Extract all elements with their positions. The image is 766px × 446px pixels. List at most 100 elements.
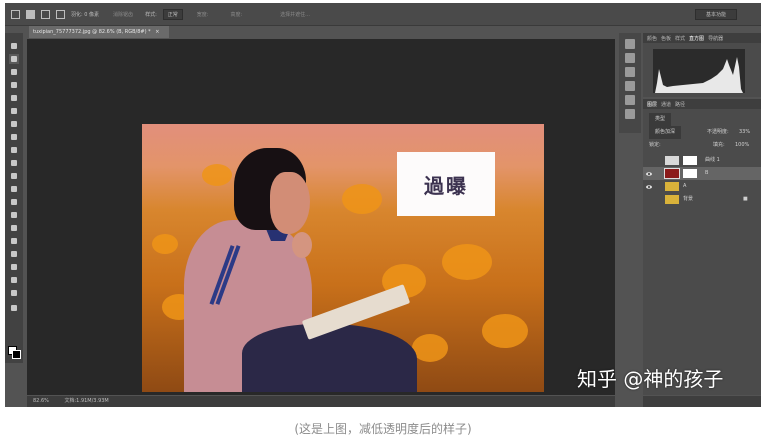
lock-label: 锁定: <box>649 142 661 148</box>
layer-row-selected[interactable]: B <box>643 167 761 180</box>
photo-canvas[interactable]: 過曝 <box>142 124 544 392</box>
status-bar: 82.6% 文档:1.91M/3.93M <box>27 396 615 407</box>
histogram-panel-tabs: 颜色 色板 样式 直方图 导航器 <box>643 33 761 43</box>
caption-text-box: 過曝 <box>397 152 495 216</box>
zoom-level[interactable]: 82.6% <box>33 398 49 404</box>
clone-stamp-tool-icon[interactable] <box>9 145 19 155</box>
crop-tool-icon[interactable] <box>9 93 19 103</box>
type-tool-icon[interactable] <box>9 236 19 246</box>
layer-name: 曲线 1 <box>705 157 720 163</box>
photoshop-screenshot: 羽化: 0 像素 消除锯齿 样式: 正常 宽度: 高度: 选择并遮住... 基本… <box>5 3 761 407</box>
lasso-tool-icon[interactable] <box>9 67 19 77</box>
new-selection-icon[interactable] <box>26 9 35 19</box>
pen-tool-icon[interactable] <box>9 223 19 233</box>
flower-cluster <box>482 314 528 348</box>
path-selection-tool-icon[interactable] <box>9 249 19 259</box>
document-tab[interactable]: tuxipian_75777372.jpg @ 82.6% (B, RGB/8#… <box>29 26 169 38</box>
opacity-value[interactable]: 33% <box>739 126 750 139</box>
move-tool-icon[interactable] <box>9 41 19 51</box>
background-color-swatch[interactable] <box>12 350 21 359</box>
layer-row[interactable]: 曲线 1 <box>643 154 761 167</box>
layers-panel: 图层 通道 路径 类型 颜色加深 不透明度: 33% 锁定: 填充: 100% … <box>643 99 761 395</box>
adjustments-icon[interactable] <box>625 81 635 91</box>
play-icon[interactable] <box>625 53 635 63</box>
select-and-mask-button[interactable]: 选择并遮住... <box>280 11 310 18</box>
style-select[interactable]: 正常 <box>162 8 183 20</box>
eraser-tool-icon[interactable] <box>9 171 19 181</box>
layer-filter-select[interactable]: 类型 <box>649 113 672 126</box>
layer-name: A <box>683 183 687 189</box>
zoom-tool-icon[interactable] <box>9 288 19 298</box>
blur-tool-icon[interactable] <box>9 197 19 207</box>
eyedropper-tool-icon[interactable] <box>9 106 19 116</box>
hand-tool-icon[interactable] <box>9 275 19 285</box>
layer-thumbnail <box>665 195 679 204</box>
lock-fill-row: 锁定: 填充: 100% <box>643 139 761 152</box>
history-brush-tool-icon[interactable] <box>9 158 19 168</box>
adjustment-thumbnail <box>665 156 679 165</box>
layers-panel-tabs: 图层 通道 路径 <box>643 99 761 109</box>
dodge-tool-icon[interactable] <box>9 210 19 220</box>
tab-swatches[interactable]: 色板 <box>661 35 671 42</box>
add-selection-icon[interactable] <box>41 9 50 19</box>
flower-cluster <box>412 334 448 362</box>
gradient-tool-icon[interactable] <box>9 184 19 194</box>
histogram-graph <box>653 49 745 93</box>
histogram-panel: 颜色 色板 样式 直方图 导航器 <box>643 33 761 97</box>
image-caption: (这是上图，减低透明度后的样子) <box>294 422 472 436</box>
options-bar: 羽化: 0 像素 消除锯齿 样式: 正常 宽度: 高度: 选择并遮住... 基本… <box>5 3 761 26</box>
layer-row[interactable]: A <box>643 180 761 193</box>
document-canvas-area: 過曝 <box>27 39 615 395</box>
close-icon[interactable]: × <box>155 29 159 35</box>
quick-select-tool-icon[interactable] <box>9 80 19 90</box>
layer-thumbnail <box>664 168 680 179</box>
edit-toolbar-icon[interactable] <box>9 303 19 313</box>
caption-text: 過曝 <box>424 173 468 198</box>
paragraph-icon[interactable] <box>625 109 635 119</box>
history-icon[interactable] <box>625 39 635 49</box>
layer-name: B <box>705 170 709 176</box>
flower-cluster <box>442 244 492 280</box>
eye-icon[interactable] <box>646 170 652 176</box>
tab-layers[interactable]: 图层 <box>647 101 657 108</box>
tab-styles[interactable]: 样式 <box>675 35 685 42</box>
eye-icon[interactable] <box>646 183 652 189</box>
info-icon[interactable] <box>625 95 635 105</box>
tab-color[interactable]: 颜色 <box>647 35 657 42</box>
document-tab-label: tuxipian_75777372.jpg @ 82.6% (B, RGB/8#… <box>33 29 151 35</box>
rectangular-marquee-tool-icon[interactable] <box>9 54 19 64</box>
rectangle-tool-icon[interactable] <box>9 262 19 272</box>
girl-face <box>270 172 310 234</box>
flower-cluster <box>152 234 178 254</box>
lock-icon: ■ <box>743 196 748 202</box>
tools-panel <box>5 33 23 363</box>
histogram-curve <box>655 57 743 93</box>
layer-mask-thumbnail <box>683 156 697 165</box>
document-size: 文档:1.91M/3.93M <box>64 398 109 404</box>
antialias-checkbox[interactable]: 消除锯齿 <box>113 11 133 18</box>
tab-histogram[interactable]: 直方图 <box>689 35 704 42</box>
width-label: 宽度: <box>196 11 209 18</box>
intersect-selection-icon[interactable] <box>56 9 65 19</box>
layer-thumbnail <box>665 182 679 191</box>
blend-mode-select[interactable]: 颜色加深 <box>649 126 682 139</box>
girl-hand <box>292 232 312 258</box>
layer-row[interactable]: 背景 ■ <box>643 193 761 206</box>
healing-brush-tool-icon[interactable] <box>9 119 19 129</box>
brush-tool-icon[interactable] <box>9 132 19 142</box>
properties-icon[interactable] <box>625 67 635 77</box>
tab-channels[interactable]: 通道 <box>661 101 671 108</box>
tab-paths[interactable]: 路径 <box>675 101 685 108</box>
tab-navigator[interactable]: 导航器 <box>708 35 723 42</box>
feather-label[interactable]: 羽化: 0 像素 <box>71 11 99 18</box>
height-label: 高度: <box>230 11 243 18</box>
fill-label: 填充: <box>713 142 725 148</box>
layer-name: 背景 <box>683 196 694 202</box>
layer-filter-row: 类型 <box>643 113 761 126</box>
marquee-tool-icon[interactable] <box>11 9 20 19</box>
workspace-select[interactable]: 基本功能 <box>694 9 737 20</box>
flower-cluster <box>202 164 232 186</box>
panel-icon-strip <box>619 33 641 133</box>
girl-skirt <box>242 324 417 392</box>
fill-value[interactable]: 100% <box>735 139 749 152</box>
